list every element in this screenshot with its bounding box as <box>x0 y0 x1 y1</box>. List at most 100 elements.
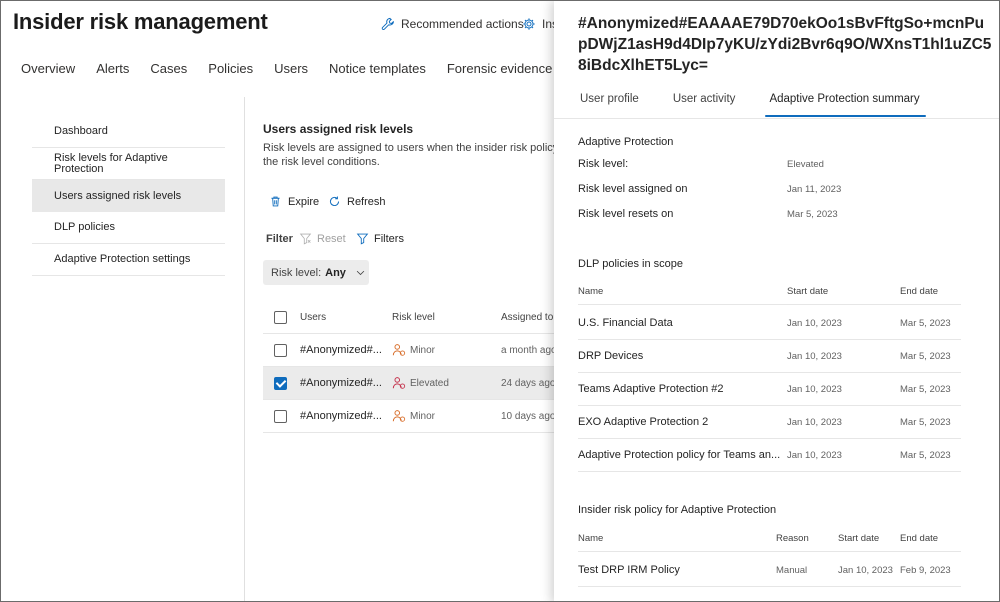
filter-icon <box>356 233 369 245</box>
dlp-policy-start: Jan 10, 2023 <box>787 449 842 461</box>
refresh-icon <box>329 196 340 207</box>
main-tabs: Overview Alerts Cases Policies Users Not… <box>21 61 552 76</box>
nav-item-adaptive-protection-settings[interactable]: Adaptive Protection settings <box>32 244 225 276</box>
filter-label: Filter <box>266 233 293 245</box>
row-checkbox[interactable] <box>274 409 287 423</box>
tab-users[interactable]: Users <box>274 61 308 76</box>
risk-level-resets-label: Risk level resets on <box>578 208 674 220</box>
irm-policy-start: Jan 10, 2023 <box>838 564 893 576</box>
expire-label: Expire <box>288 195 320 208</box>
nav-item-dashboard[interactable]: Dashboard <box>32 116 225 148</box>
nav-divider <box>244 97 245 601</box>
refresh-button[interactable]: Refresh <box>328 195 386 208</box>
user-risk-icon <box>392 410 406 422</box>
window: Insider risk management Recommended acti… <box>0 0 1000 602</box>
tab-adaptive-protection-summary[interactable]: Adaptive Protection summary <box>765 91 926 117</box>
risk-level-text: Minor <box>410 410 436 422</box>
dlp-table-header: Name Start date End date <box>578 279 961 305</box>
select-all-cell <box>274 301 287 333</box>
dlp-col-end: End date <box>900 286 939 297</box>
table-row[interactable]: #Anonymized#... Elevated 24 days ago <box>263 367 555 400</box>
dlp-policy-end: Mar 5, 2023 <box>900 350 951 362</box>
nav-item-dlp-policies[interactable]: DLP policies <box>32 212 225 244</box>
table-row: DRP Devices Jan 10, 2023 Mar 5, 2023 <box>578 340 961 373</box>
tab-policies[interactable]: Policies <box>208 61 253 76</box>
row-checkbox[interactable] <box>274 376 287 390</box>
wrench-icon <box>381 17 394 30</box>
risk-level-cell: Minor <box>392 334 435 366</box>
recommended-actions-label: Recommended actions <box>401 17 524 31</box>
risk-level-resets-value: Mar 5, 2023 <box>787 209 838 220</box>
risk-level-cell: Elevated <box>392 367 449 399</box>
settings-button[interactable]: Ins <box>522 17 558 31</box>
user-name[interactable]: #Anonymized#... <box>300 334 382 366</box>
tab-forensic-evidence[interactable]: Forensic evidence <box>447 61 553 76</box>
risk-level-filter-prefix: Risk level: <box>271 266 322 279</box>
risk-level-label: Risk level: <box>578 158 629 170</box>
assigned-cell: 10 days ago <box>501 410 555 422</box>
dlp-policies-heading: DLP policies in scope <box>578 258 683 270</box>
table-row[interactable]: #Anonymized#... Minor 10 days ago <box>263 400 555 433</box>
irm-col-reason: Reason <box>776 533 809 544</box>
user-risk-icon <box>392 377 406 389</box>
table-row: EXO Adaptive Protection 2 Jan 10, 2023 M… <box>578 406 961 439</box>
dlp-policy-name: Adaptive Protection policy for Teams an.… <box>578 449 781 461</box>
nav-item-users-assigned-risk-levels[interactable]: Users assigned risk levels <box>32 180 225 212</box>
dlp-policy-start: Jan 10, 2023 <box>787 350 842 362</box>
dlp-policy-name: U.S. Financial Data <box>578 317 673 329</box>
left-nav: Dashboard Risk levels for Adaptive Prote… <box>32 116 225 276</box>
panel-tabs: User profile User activity Adaptive Prot… <box>578 91 926 117</box>
panel-title: #Anonymized#EAAAAE79D70ekOo1sBvFftgSo+mc… <box>578 15 992 74</box>
column-header-assigned[interactable]: Assigned to <box>501 301 555 333</box>
irm-col-end: End date <box>900 533 939 544</box>
risk-level-assigned-value: Jan 11, 2023 <box>787 184 842 195</box>
recommended-actions-button[interactable]: Recommended actions <box>381 17 524 31</box>
irm-policy-end: Feb 9, 2023 <box>900 564 951 576</box>
user-name[interactable]: #Anonymized#... <box>300 400 382 432</box>
irm-policy-reason: Manual <box>776 564 808 576</box>
section-description: Risk levels are assigned to users when t… <box>263 141 568 169</box>
table-row: Teams Adaptive Protection #2 Jan 10, 202… <box>578 373 961 406</box>
row-checkbox[interactable] <box>274 343 287 357</box>
risk-level-value: Elevated <box>787 159 824 170</box>
section-title: Users assigned risk levels <box>263 122 414 136</box>
tab-alerts[interactable]: Alerts <box>96 61 129 76</box>
expire-button[interactable]: Expire <box>269 195 319 208</box>
column-header-users[interactable]: Users <box>300 301 326 333</box>
dlp-policy-start: Jan 10, 2023 <box>787 317 842 329</box>
tabs-divider <box>554 118 999 119</box>
users-table-header: Users Risk level Assigned to <box>263 301 555 334</box>
dlp-col-start: Start date <box>787 286 829 297</box>
tab-overview[interactable]: Overview <box>21 61 75 76</box>
risk-level-filter-value: Any <box>325 266 346 279</box>
user-risk-icon <box>392 344 406 356</box>
irm-col-start: Start date <box>838 533 880 544</box>
table-row: U.S. Financial Data Jan 10, 2023 Mar 5, … <box>578 307 961 340</box>
tab-cases[interactable]: Cases <box>150 61 187 76</box>
tab-user-activity[interactable]: User activity <box>671 91 738 117</box>
table-row[interactable]: #Anonymized#... Minor a month ago <box>263 334 555 367</box>
irm-policy-name: Test DRP IRM Policy <box>578 564 680 576</box>
reset-button[interactable]: Reset <box>299 232 346 245</box>
section-description-line1: Risk levels are assigned to users when t… <box>263 142 568 154</box>
assigned-cell: a month ago <box>501 344 555 356</box>
column-header-risk-level[interactable]: Risk level <box>392 301 435 333</box>
filter-reset-icon <box>299 233 312 245</box>
section-description-line2: the risk level conditions. <box>263 156 380 168</box>
dlp-col-name: Name <box>578 286 604 297</box>
tab-notice-templates[interactable]: Notice templates <box>329 61 426 76</box>
risk-level-filter-dropdown[interactable]: Risk level: Any <box>263 260 369 285</box>
nav-item-risk-levels[interactable]: Risk levels for Adaptive Protection <box>32 148 225 180</box>
user-details-panel: #Anonymized#EAAAAE79D70ekOo1sBvFftgSo+mc… <box>554 1 999 601</box>
user-name[interactable]: #Anonymized#... <box>300 367 382 399</box>
risk-level-cell: Minor <box>392 400 435 432</box>
page-title: Insider risk management <box>13 9 268 34</box>
dlp-policy-start: Jan 10, 2023 <box>787 416 842 428</box>
table-row: Test DRP IRM Policy Manual Jan 10, 2023 … <box>578 554 961 587</box>
filters-button[interactable]: Filters <box>356 232 404 245</box>
tab-user-profile[interactable]: User profile <box>578 91 641 117</box>
irm-table-header: Name Reason Start date End date <box>578 526 961 552</box>
select-all-checkbox[interactable] <box>274 310 287 324</box>
refresh-label: Refresh <box>347 195 386 208</box>
assigned-cell: 24 days ago <box>501 377 555 389</box>
